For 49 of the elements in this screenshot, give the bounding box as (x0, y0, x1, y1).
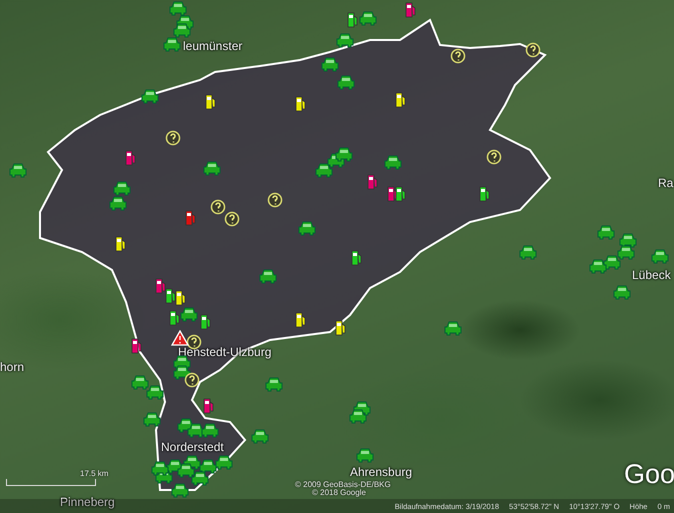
question-icon[interactable] (224, 211, 240, 227)
fuel-pump-icon[interactable] (395, 186, 406, 202)
fuel-pump-icon[interactable] (165, 288, 176, 304)
fuel-pump-icon[interactable] (205, 94, 216, 110)
fuel-pump-icon[interactable] (203, 398, 214, 414)
fuel-pump-icon[interactable] (131, 338, 142, 354)
fuel-pump-icon[interactable] (200, 314, 211, 330)
question-icon[interactable] (165, 130, 181, 146)
warning-icon[interactable] (171, 330, 189, 346)
place-label: leumünster (183, 39, 242, 53)
question-icon[interactable] (450, 48, 466, 64)
car-icon[interactable] (143, 411, 161, 427)
fuel-pump-icon[interactable] (479, 186, 490, 202)
fuel-pump-icon[interactable] (295, 312, 306, 328)
fuel-pump-icon[interactable] (295, 96, 306, 112)
car-icon[interactable] (151, 460, 169, 476)
logo-text: Goo (624, 459, 674, 490)
fuel-pump-icon[interactable] (347, 12, 358, 28)
fuel-pump-icon[interactable] (169, 310, 180, 326)
car-icon[interactable] (169, 0, 187, 16)
question-icon[interactable] (210, 199, 226, 215)
car-icon[interactable] (141, 88, 159, 104)
question-icon[interactable] (486, 149, 502, 165)
question-icon[interactable] (267, 192, 283, 208)
question-icon[interactable] (525, 42, 541, 58)
car-icon[interactable] (146, 384, 164, 400)
car-icon[interactable] (173, 22, 191, 38)
fuel-pump-icon[interactable] (155, 278, 166, 294)
fuel-pump-icon[interactable] (125, 150, 136, 166)
car-icon[interactable] (163, 36, 181, 52)
scale-label: 17.5 km (80, 469, 108, 478)
place-label: Pinneberg (60, 495, 115, 509)
fuel-pump-icon[interactable] (395, 92, 406, 108)
car-icon[interactable] (336, 32, 354, 48)
fuel-pump-icon[interactable] (367, 174, 378, 190)
place-label: Ahrensburg (350, 465, 412, 479)
fuel-pump-icon[interactable] (405, 2, 416, 18)
question-icon[interactable] (184, 372, 200, 388)
fuel-pump-icon[interactable] (335, 320, 346, 336)
fuel-pump-icon[interactable] (175, 290, 186, 306)
copyright-text: © 2009 GeoBasis-DE/BKG (295, 480, 391, 489)
fuel-pump-icon[interactable] (351, 250, 362, 266)
place-label: horn (0, 360, 24, 374)
place-label: Norderstedt (161, 440, 224, 454)
place-label: Lübeck (632, 268, 671, 282)
copyright-text: © 2018 Google (312, 488, 366, 497)
place-label: Ra (658, 176, 674, 190)
fuel-pump-icon[interactable] (185, 210, 196, 226)
fuel-pump-icon[interactable] (115, 236, 126, 252)
